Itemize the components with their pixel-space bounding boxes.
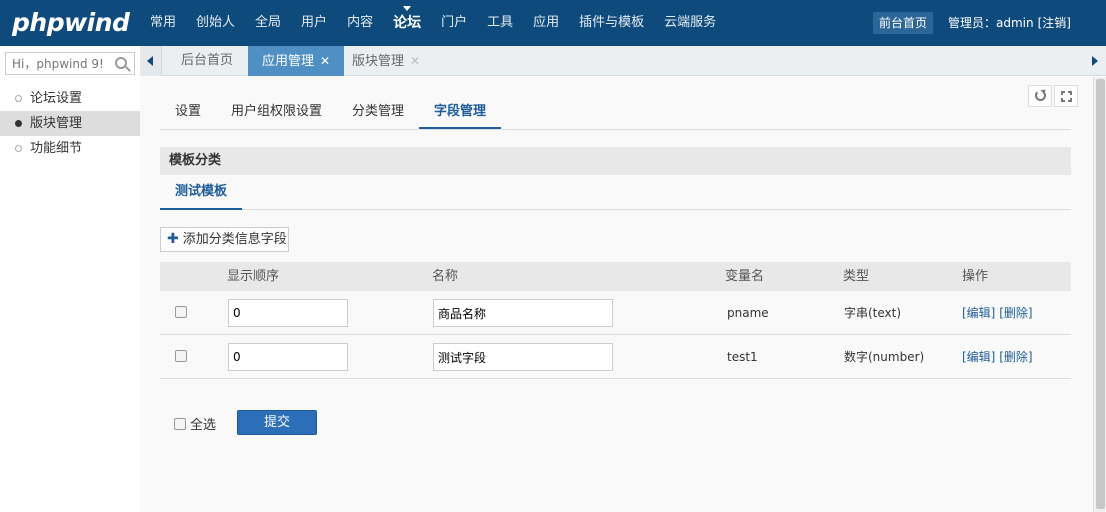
nav-item-common[interactable]: 常用 — [140, 0, 186, 46]
row-actions: [编辑] [删除] — [962, 335, 1033, 379]
delete-link[interactable]: [删除] — [999, 350, 1032, 364]
variable-name: pname — [727, 306, 769, 320]
tab-app-management[interactable]: 应用管理 ✕ — [248, 46, 345, 76]
subtab-settings[interactable]: 设置 — [160, 96, 216, 129]
variable-name: test1 — [727, 350, 758, 364]
select-all-label: 全选 — [190, 418, 217, 433]
tab-bar: 后台首页 应用管理 ✕ 版块管理 ✕ — [140, 46, 1106, 76]
nav-item-portal[interactable]: 门户 — [431, 0, 477, 46]
select-all-checkbox[interactable] — [174, 417, 186, 430]
tab-board-management[interactable]: 版块管理 ✕ — [338, 46, 434, 76]
order-input[interactable] — [228, 299, 348, 327]
name-input[interactable] — [433, 343, 613, 371]
active-caret-icon — [403, 6, 412, 11]
select-all[interactable]: 全选 — [174, 414, 216, 433]
name-input[interactable] — [433, 299, 613, 327]
row-checkbox[interactable] — [175, 306, 187, 318]
tab-admin-home[interactable]: 后台首页 — [167, 46, 247, 76]
header-order: 显示顺序 — [227, 269, 280, 284]
sidebar: 论坛设置 版块管理 功能细节 — [0, 86, 140, 161]
submit-button[interactable]: 提交 — [237, 410, 317, 435]
field-type: 字串(text) — [844, 306, 902, 320]
bullet-icon — [15, 145, 22, 152]
bullet-icon — [15, 95, 22, 102]
header-actions: 操作 — [962, 269, 989, 284]
nav-item-global[interactable]: 全局 — [245, 0, 291, 46]
order-input[interactable] — [228, 343, 348, 371]
scrollbar-thumb[interactable] — [1096, 79, 1105, 509]
sidebar-item-label: 版块管理 — [30, 116, 83, 131]
header-type: 类型 — [843, 269, 870, 284]
sidebar-item-forum-settings[interactable]: 论坛设置 — [0, 86, 140, 111]
table-row: pname 字串(text) [编辑] [删除] — [160, 291, 1071, 335]
nav-item-apps[interactable]: 应用 — [523, 0, 569, 46]
header-name: 名称 — [432, 269, 459, 284]
nav-item-forum[interactable]: 论坛 — [383, 0, 431, 46]
admin-label: 管理员：admin — [948, 16, 1034, 30]
edit-link[interactable]: [编辑] — [962, 350, 995, 364]
row-checkbox[interactable] — [175, 350, 187, 362]
section-title: 模板分类 — [160, 147, 1071, 175]
header-variable: 变量名 — [725, 269, 765, 284]
field-type: 数字(number) — [844, 350, 925, 364]
nav-item-users[interactable]: 用户 — [291, 0, 337, 46]
tab-scroll-right-icon[interactable] — [1084, 46, 1106, 76]
bullet-icon — [15, 120, 22, 127]
sidebar-item-label: 论坛设置 — [30, 91, 83, 106]
subtab-category-management[interactable]: 分类管理 — [337, 96, 419, 129]
nav-item-content[interactable]: 内容 — [337, 0, 383, 46]
tab-scroll-left-icon[interactable] — [140, 46, 162, 76]
sidebar-item-board-management[interactable]: 版块管理 — [0, 111, 140, 136]
template-tab-test[interactable]: 测试模板 — [160, 175, 243, 210]
subtab-usergroup-permissions[interactable]: 用户组权限设置 — [216, 96, 337, 129]
admin-info: 管理员：admin [注销] — [948, 12, 1071, 34]
delete-link[interactable]: [删除] — [999, 306, 1032, 320]
close-icon[interactable]: ✕ — [320, 46, 330, 76]
sidebar-item-label: 功能细节 — [30, 141, 83, 156]
nav-item-plugins-templates[interactable]: 插件与模板 — [569, 0, 654, 46]
search-icon[interactable] — [115, 57, 127, 69]
sidebar-item-feature-details[interactable]: 功能细节 — [0, 136, 140, 161]
nav-item-cloud-services[interactable]: 云端服务 — [654, 0, 726, 46]
nav-item-tools[interactable]: 工具 — [477, 0, 523, 46]
vertical-scrollbar[interactable] — [1093, 77, 1106, 512]
plus-icon: ✚ — [167, 231, 179, 247]
table-header: 显示顺序 名称 变量名 类型 操作 — [160, 262, 1071, 291]
phpwind-logo[interactable]: phpwind — [12, 6, 130, 38]
subtab-field-management[interactable]: 字段管理 — [419, 96, 502, 129]
nav-item-founder[interactable]: 创始人 — [186, 0, 245, 46]
add-field-button[interactable]: ✚ 添加分类信息字段 — [160, 227, 289, 252]
front-home-button[interactable]: 前台首页 — [873, 12, 934, 34]
fields-table: 显示顺序 名称 变量名 类型 操作 pname 字串(text) [编辑] [删… — [160, 262, 1071, 379]
search-input[interactable] — [6, 53, 106, 74]
add-field-label: 添加分类信息字段 — [182, 232, 287, 247]
table-row: test1 数字(number) [编辑] [删除] — [160, 335, 1071, 379]
edit-link[interactable]: [编辑] — [962, 306, 995, 320]
sub-tabs: 设置 用户组权限设置 分类管理 字段管理 — [160, 96, 1071, 130]
close-icon[interactable]: ✕ — [410, 46, 420, 76]
row-actions: [编辑] [删除] — [962, 291, 1033, 335]
search-box — [5, 52, 135, 75]
template-tabs: 测试模板 — [160, 175, 1071, 210]
top-navigation-bar: phpwind 常用 创始人 全局 用户 内容 论坛 门户 工具 应用 插件与模… — [0, 0, 1106, 46]
logout-link[interactable]: [注销] — [1038, 12, 1071, 34]
main-nav: 常用 创始人 全局 用户 内容 论坛 门户 工具 应用 插件与模板 云端服务 — [140, 0, 726, 46]
